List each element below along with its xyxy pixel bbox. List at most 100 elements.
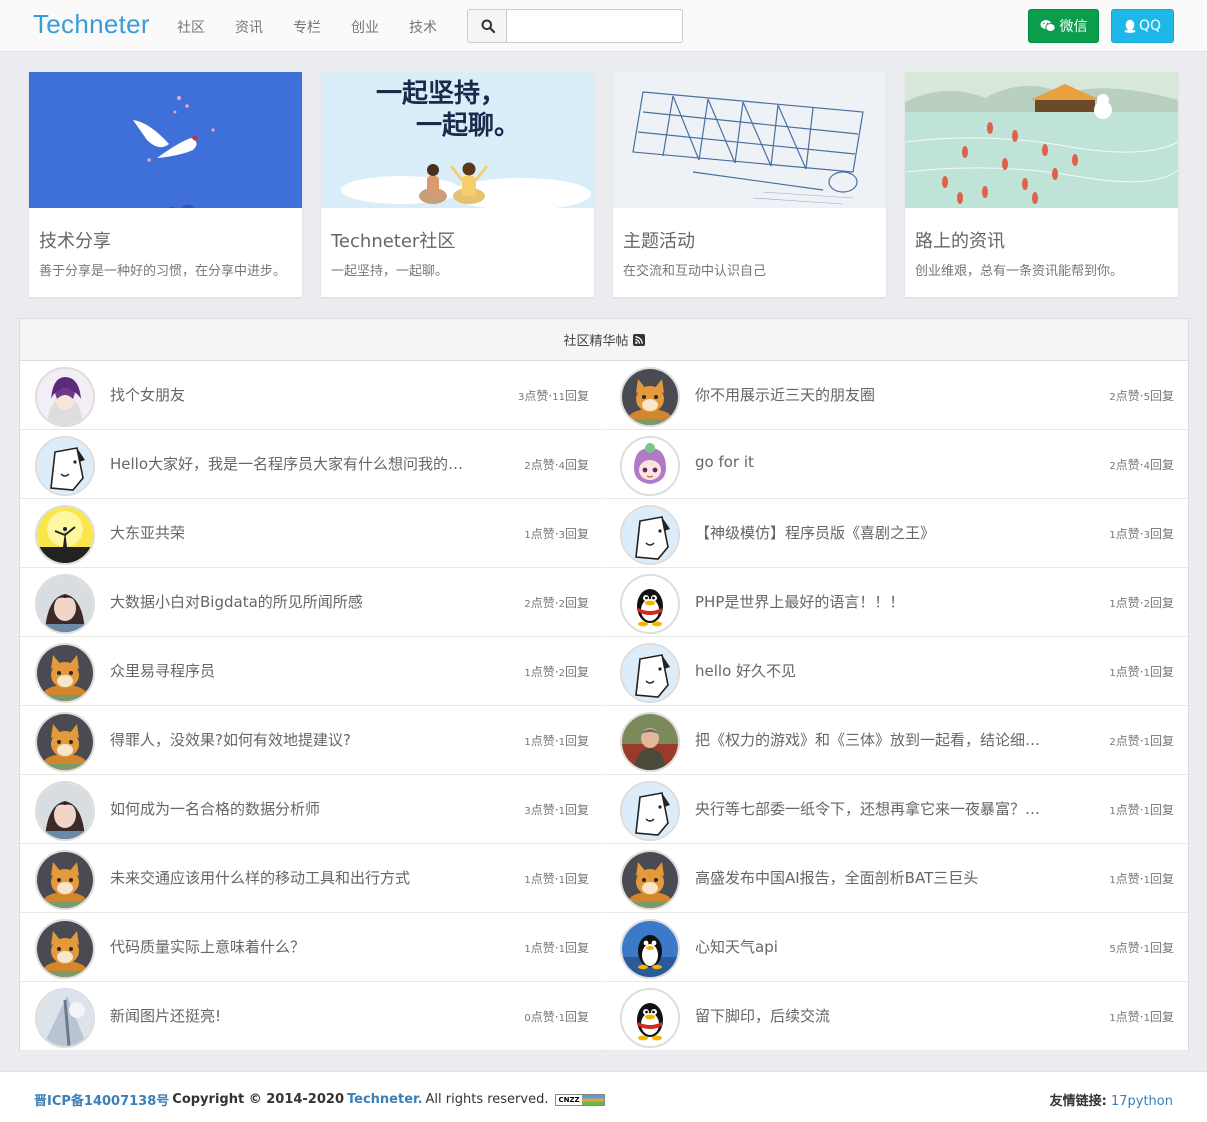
- avatar[interactable]: [620, 367, 680, 427]
- post-row[interactable]: 留下脚印，后续交流 1点赞·1回复: [605, 982, 1189, 1051]
- post-row[interactable]: 大数据小白对Bigdata的所见所闻所感 2点赞·2回复: [20, 568, 604, 637]
- cnzz-badge[interactable]: CNZZ: [555, 1093, 606, 1106]
- post-stats: 1点赞·3回复: [1109, 525, 1174, 542]
- post-row[interactable]: 大东亚共荣 1点赞·3回复: [20, 499, 604, 568]
- avatar[interactable]: [620, 505, 680, 565]
- card-image-friends: 一起坚持， 一起聊。: [321, 72, 594, 208]
- post-title[interactable]: 如何成为一名合格的数据分析师: [110, 798, 465, 819]
- footer-brand-link[interactable]: Techneter.: [347, 1092, 423, 1107]
- post-row[interactable]: Hello大家好，我是一名程序员大家有什么想问我的可以问 2点赞·4回复: [20, 430, 604, 499]
- post-row[interactable]: 心知天气api 5点赞·1回复: [605, 913, 1189, 982]
- post-title[interactable]: 众里易寻程序员: [110, 660, 465, 681]
- avatar[interactable]: [35, 988, 95, 1048]
- post-stats: 3点赞·11回复: [518, 387, 589, 404]
- post-title[interactable]: 【神级模仿】程序员版《喜剧之王》: [695, 522, 1050, 543]
- post-title[interactable]: 找个女朋友: [110, 384, 465, 405]
- avatar[interactable]: [35, 781, 95, 841]
- brand-logo[interactable]: Techneter: [33, 9, 150, 40]
- post-row[interactable]: 未来交通应该用什么样的移动工具和出行方式 1点赞·1回复: [20, 844, 604, 913]
- post-stats: 2点赞·5回复: [1109, 387, 1174, 404]
- post-row[interactable]: 如何成为一名合格的数据分析师 3点赞·1回复: [20, 775, 604, 844]
- panel-header: 社区精华帖: [20, 319, 1188, 361]
- avatar[interactable]: [620, 643, 680, 703]
- nav-item-tech[interactable]: 技术: [409, 17, 437, 37]
- post-title[interactable]: 央行等七部委一纸令下，还想再拿它来一夜暴富？别想了: [695, 798, 1050, 819]
- post-title[interactable]: 代码质量实际上意味着什么？: [110, 936, 465, 957]
- post-title[interactable]: 把《权力的游戏》和《三体》放到一起看，结论细思极恐: [695, 729, 1050, 750]
- post-row[interactable]: 新闻图片还挺亮! 0点赞·1回复: [20, 982, 604, 1051]
- friends-label: 友情链接:: [1049, 1094, 1107, 1109]
- post-title[interactable]: 新闻图片还挺亮!: [110, 1005, 465, 1026]
- post-row[interactable]: go for it 2点赞·4回复: [605, 430, 1189, 499]
- post-row[interactable]: 找个女朋友 3点赞·11回复: [20, 361, 604, 430]
- card-desc: 创业维艰，总有一条资讯能帮到你。: [915, 264, 1124, 279]
- post-title[interactable]: 大东亚共荣: [110, 522, 465, 543]
- post-title[interactable]: 心知天气api: [695, 936, 1050, 957]
- avatar[interactable]: [35, 436, 95, 496]
- avatar[interactable]: [35, 643, 95, 703]
- nav-item-startup[interactable]: 创业: [351, 17, 379, 37]
- avatar-cat-icon: [37, 921, 93, 977]
- likes-label: 点赞: [524, 389, 549, 403]
- avatar[interactable]: [35, 919, 95, 979]
- search-input[interactable]: [506, 9, 683, 43]
- likes-label: 点赞: [530, 527, 555, 541]
- post-title[interactable]: 高盛发布中国AI报告，全面剖析BAT三巨头: [695, 867, 1050, 888]
- avatar[interactable]: [620, 712, 680, 772]
- post-title[interactable]: 得罪人，没效果?如何有效地提建议?: [110, 729, 465, 750]
- post-title[interactable]: PHP是世界上最好的语言！！！: [695, 591, 1050, 612]
- post-row[interactable]: 众里易寻程序员 1点赞·2回复: [20, 637, 604, 706]
- avatar[interactable]: [35, 574, 95, 634]
- card-title: 技术分享: [39, 231, 111, 252]
- avatar[interactable]: [620, 988, 680, 1048]
- avatar[interactable]: [620, 919, 680, 979]
- qq-button[interactable]: QQ: [1111, 9, 1174, 43]
- post-row[interactable]: PHP是世界上最好的语言！！！ 1点赞·2回复: [605, 568, 1189, 637]
- avatar[interactable]: [35, 850, 95, 910]
- post-row[interactable]: 【神级模仿】程序员版《喜剧之王》 1点赞·3回复: [605, 499, 1189, 568]
- post-row[interactable]: 代码质量实际上意味着什么？ 1点赞·1回复: [20, 913, 604, 982]
- avatar[interactable]: [620, 850, 680, 910]
- avatar[interactable]: [620, 436, 680, 496]
- post-title[interactable]: Hello大家好，我是一名程序员大家有什么想问我的可以问: [110, 453, 465, 474]
- likes-label: 点赞: [1115, 1010, 1140, 1024]
- friend-link[interactable]: 17python: [1111, 1094, 1173, 1109]
- likes-label: 点赞: [530, 458, 555, 472]
- post-row[interactable]: 得罪人，没效果?如何有效地提建议? 1点赞·1回复: [20, 706, 604, 775]
- post-title[interactable]: 大数据小白对Bigdata的所见所闻所感: [110, 591, 465, 612]
- avatar[interactable]: [35, 505, 95, 565]
- nav-item-community[interactable]: 社区: [177, 17, 205, 37]
- post-title[interactable]: 未来交通应该用什么样的移动工具和出行方式: [110, 867, 465, 888]
- icp-link[interactable]: 晋ICP备14007138号: [34, 1090, 169, 1109]
- post-title[interactable]: 留下脚印，后续交流: [695, 1005, 1050, 1026]
- nav-item-column[interactable]: 专栏: [293, 17, 321, 37]
- post-title[interactable]: go for it: [695, 453, 1050, 471]
- post-row[interactable]: 把《权力的游戏》和《三体》放到一起看，结论细思极恐 2点赞·1回复: [605, 706, 1189, 775]
- post-row[interactable]: 你不用展示近三天的朋友圈 2点赞·5回复: [605, 361, 1189, 430]
- avatar[interactable]: [620, 781, 680, 841]
- avatar[interactable]: [35, 712, 95, 772]
- rss-icon[interactable]: [632, 333, 645, 346]
- avatar[interactable]: [620, 574, 680, 634]
- nav-item-news[interactable]: 资讯: [235, 17, 263, 37]
- post-row[interactable]: 高盛发布中国AI报告，全面剖析BAT三巨头 1点赞·1回复: [605, 844, 1189, 913]
- avatar-cat-icon: [37, 852, 93, 908]
- avatar[interactable]: [35, 367, 95, 427]
- post-title[interactable]: hello 好久不见: [695, 660, 1050, 681]
- post-title[interactable]: 你不用展示近三天的朋友圈: [695, 384, 1050, 405]
- replies-label: 回复: [564, 734, 589, 748]
- post-row[interactable]: 央行等七部委一纸令下，还想再拿它来一夜暴富？别想了 1点赞·1回复: [605, 775, 1189, 844]
- replies-label: 回复: [1149, 596, 1174, 610]
- wechat-button[interactable]: 微信: [1028, 9, 1099, 43]
- replies-label: 回复: [1149, 458, 1174, 472]
- post-row[interactable]: hello 好久不见 1点赞·1回复: [605, 637, 1189, 706]
- card-community[interactable]: 一起坚持， 一起聊。 Techneter社区 一起坚持，一起聊。: [321, 72, 594, 297]
- avatar-cartoon-girl-icon: [622, 438, 678, 494]
- card-desc: 在交流和互动中认识自己: [623, 264, 767, 279]
- likes-label: 点赞: [1115, 665, 1140, 679]
- navbar: Techneter 社区 资讯 专栏 创业 技术 微信 QQ: [0, 0, 1207, 52]
- search-button[interactable]: [467, 9, 507, 43]
- card-news-road[interactable]: 路上的资讯 创业维艰，总有一条资讯能帮到你。: [905, 72, 1178, 297]
- card-tech-share[interactable]: 技术分享 善于分享是一种好的习惯，在分享中进步。: [29, 72, 302, 297]
- card-events[interactable]: 主题活动 在交流和互动中认识自己: [613, 72, 886, 297]
